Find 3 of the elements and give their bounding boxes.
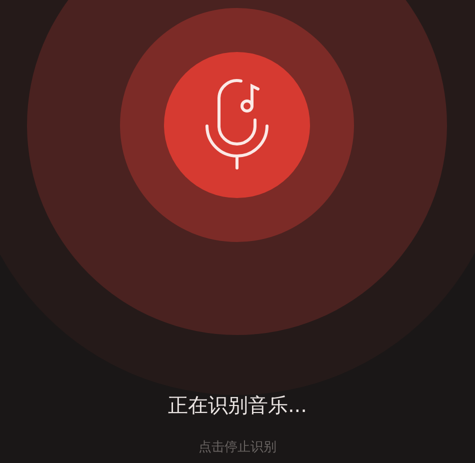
status-text: 正在识别音乐... [168,392,308,418]
microphone-icon [203,76,271,170]
stop-button[interactable]: 点击停止识别 [198,438,276,457]
